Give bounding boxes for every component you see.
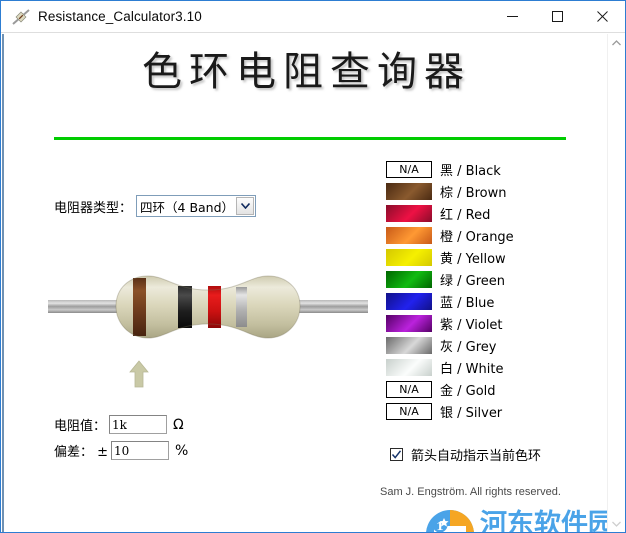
resistor-icon	[10, 6, 32, 28]
legend-row[interactable]: 棕 / Brown	[386, 180, 566, 202]
legend-label: 白 / White	[440, 361, 504, 377]
window-title: Resistance_Calculator3.10	[38, 9, 202, 24]
color-swatch-gold[interactable]: N/A	[386, 380, 432, 398]
legend-row[interactable]: N/A 银 / Silver	[386, 400, 566, 422]
legend-row[interactable]: 蓝 / Blue	[386, 290, 566, 312]
resistance-label: 电阻值：	[54, 419, 107, 434]
legend-label: 银 / Silver	[440, 405, 503, 421]
legend-label: 橙 / Orange	[440, 229, 514, 245]
resistor-type-select[interactable]: 四环（4 Band）	[136, 195, 257, 217]
legend-row[interactable]: 紫 / Violet	[386, 312, 566, 334]
tolerance-input[interactable]: 10	[111, 441, 170, 460]
legend-row[interactable]: 黄 / Yellow	[386, 246, 566, 268]
tolerance-row: 偏差： ± 10 %	[54, 441, 188, 460]
legend-row[interactable]: N/A 黑 / Black	[386, 158, 566, 180]
color-swatch-orange[interactable]	[386, 226, 432, 244]
watermark: 1 河东软件园 www.pc0359.cn	[424, 506, 624, 533]
legend-label: 灰 / Grey	[440, 339, 497, 355]
title-divider	[54, 137, 566, 140]
color-swatch-grey[interactable]	[386, 336, 432, 354]
color-swatch-violet[interactable]	[386, 314, 432, 332]
resistor-type-row: 电阻器类型： 四环（4 Band）	[54, 195, 257, 217]
color-code-legend: N/A 黑 / Black 棕 / Brown 红 / Red 橙 / Orange 黄 …	[386, 158, 566, 422]
title-bar: Resistance_Calculator3.10	[1, 1, 625, 33]
auto-arrow-checkbox-row[interactable]: 箭头自动指示当前色环	[390, 445, 541, 464]
resistor-type-label: 电阻器类型：	[54, 200, 133, 216]
chevron-down-icon[interactable]	[236, 197, 255, 215]
color-swatch-blue[interactable]	[386, 292, 432, 310]
client-area: 色环电阻查询器 电阻器类型： 四环（4 Band） 电阻值： 1k Ω 偏差： …	[2, 34, 625, 533]
legend-row[interactable]: 灰 / Grey	[386, 334, 566, 356]
resistor-illustration	[48, 266, 368, 348]
watermark-site-name: 河东软件园	[480, 509, 615, 533]
minimize-button[interactable]	[490, 1, 535, 32]
legend-label: 绿 / Green	[440, 273, 506, 289]
tolerance-label: 偏差： ±	[54, 445, 109, 460]
scrollbar-track[interactable]	[608, 51, 625, 515]
window-controls	[490, 1, 625, 33]
legend-label: 蓝 / Blue	[440, 295, 495, 311]
page-title: 色环电阻查询器	[142, 49, 471, 95]
legend-label: 金 / Gold	[440, 383, 496, 399]
legend-row[interactable]: 绿 / Green	[386, 268, 566, 290]
legend-label: 红 / Red	[440, 207, 491, 223]
vertical-scrollbar[interactable]	[607, 34, 625, 532]
auto-arrow-checkbox[interactable]	[390, 448, 403, 461]
legend-label: 黄 / Yellow	[440, 251, 506, 267]
color-swatch-red[interactable]	[386, 204, 432, 222]
legend-row[interactable]: 红 / Red	[386, 202, 566, 224]
color-swatch-brown[interactable]	[386, 182, 432, 200]
auto-arrow-label: 箭头自动指示当前色环	[411, 449, 542, 464]
legend-row[interactable]: N/A 金 / Gold	[386, 378, 566, 400]
watermark-logo-icon: 1	[424, 508, 476, 532]
color-swatch-black[interactable]: N/A	[386, 160, 432, 178]
legend-row[interactable]: 橙 / Orange	[386, 224, 566, 246]
legend-label: 棕 / Brown	[440, 185, 507, 201]
legend-label: 紫 / Violet	[440, 317, 503, 333]
color-swatch-silver[interactable]: N/A	[386, 402, 432, 420]
resistor-type-value: 四环（4 Band）	[140, 199, 235, 215]
scroll-up-button[interactable]	[608, 34, 625, 51]
resistance-row: 电阻值： 1k Ω	[54, 415, 184, 434]
resistance-input[interactable]: 1k	[109, 415, 168, 434]
legend-row[interactable]: 白 / White	[386, 356, 566, 378]
color-swatch-white[interactable]	[386, 358, 432, 376]
color-swatch-yellow[interactable]	[386, 248, 432, 266]
close-button[interactable]	[580, 1, 625, 32]
maximize-button[interactable]	[535, 1, 580, 32]
legend-label: 黑 / Black	[440, 163, 501, 179]
watermark-text: 河东软件园 www.pc0359.cn	[480, 509, 618, 533]
scroll-down-button[interactable]	[608, 515, 625, 532]
resistance-unit: Ω	[173, 416, 184, 433]
current-band-arrow	[127, 359, 151, 389]
tolerance-unit: %	[175, 442, 189, 459]
copyright-text: Sam J. Engström. All rights reserved.	[380, 486, 561, 498]
color-swatch-green[interactable]	[386, 270, 432, 288]
application-window: Resistance_Calculator3.10 色环电阻查询器 电阻器类型：…	[0, 0, 626, 533]
